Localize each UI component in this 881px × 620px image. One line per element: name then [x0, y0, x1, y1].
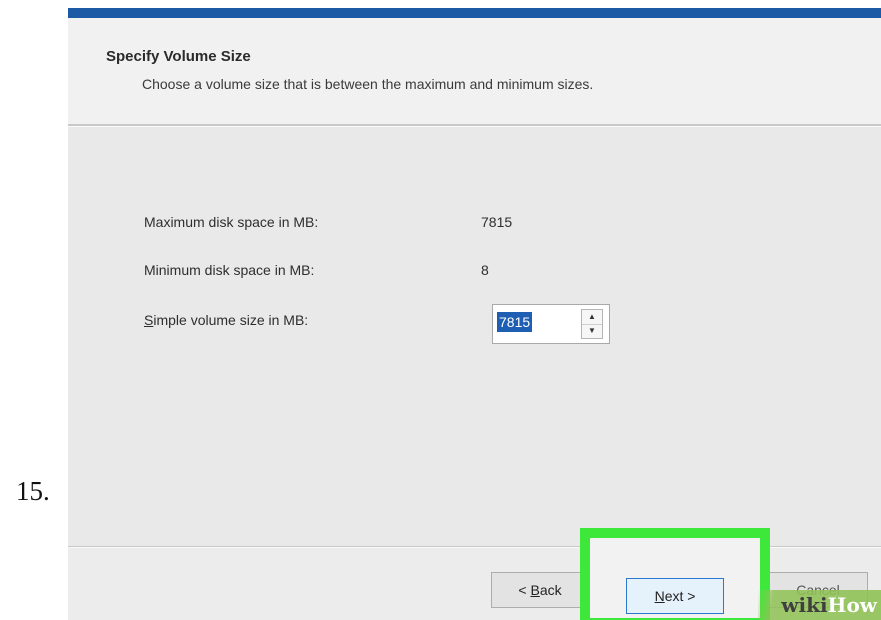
- volume-size-label-mnemonic: S: [144, 312, 154, 328]
- volume-size-label-text: imple volume size in MB:: [153, 312, 309, 328]
- volume-size-stepper[interactable]: 7815 ▲ ▼: [492, 304, 610, 344]
- watermark-how: How: [827, 593, 877, 617]
- max-disk-space-label: Maximum disk space in MB:: [144, 214, 319, 230]
- page-title: Specify Volume Size: [106, 48, 251, 65]
- min-disk-space-label: Minimum disk space in MB:: [144, 262, 315, 278]
- step-number: 15.: [16, 476, 50, 506]
- max-disk-space-value: 7815: [481, 214, 513, 230]
- wizard-window: Specify Volume Size Choose a volume size…: [68, 8, 881, 620]
- next-button-text: ext >: [664, 588, 696, 604]
- back-button[interactable]: < Back: [491, 572, 589, 608]
- page-subtitle: Choose a volume size that is between the…: [142, 76, 594, 92]
- wizard-header: Specify Volume Size Choose a volume size…: [68, 18, 881, 124]
- stepper-up-arrow-icon[interactable]: ▲: [582, 310, 602, 325]
- volume-size-input[interactable]: 7815: [497, 312, 533, 332]
- volume-size-label: Simple volume size in MB:: [144, 312, 308, 328]
- wikihow-watermark: wikiHow: [758, 590, 881, 620]
- next-button-mnemonic: N: [654, 588, 665, 604]
- watermark-wiki: wiki: [781, 593, 828, 617]
- stepper-down-arrow-icon[interactable]: ▼: [582, 324, 602, 338]
- next-button[interactable]: Next >: [626, 578, 724, 614]
- back-button-text: ack: [539, 582, 562, 598]
- min-disk-space-value: 8: [481, 262, 489, 278]
- title-bar: [68, 8, 881, 18]
- back-button-prefix: <: [518, 582, 531, 598]
- back-button-mnemonic: B: [530, 582, 540, 598]
- next-button-highlight: Next >: [580, 528, 770, 620]
- stepper-arrows: ▲ ▼: [581, 309, 603, 339]
- wizard-body: [68, 127, 881, 547]
